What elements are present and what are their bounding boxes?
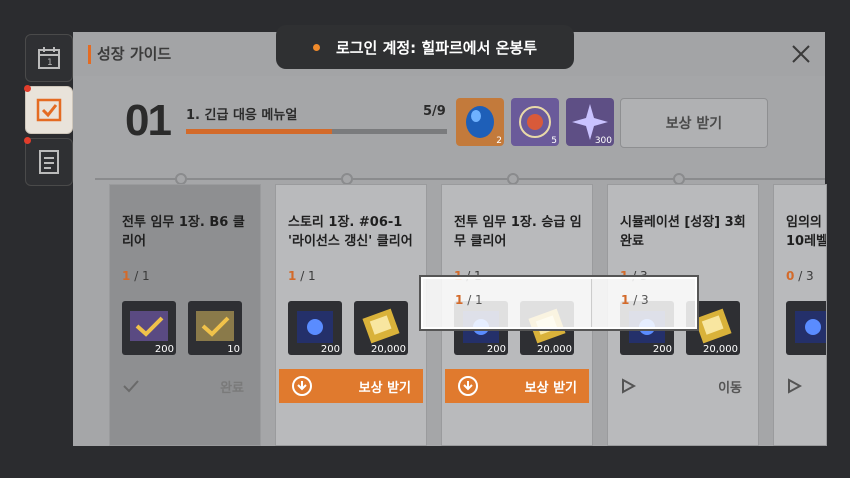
reward-item[interactable]: 10 bbox=[188, 301, 242, 355]
growth-guide-panel: 성장 가이드 01 1. 긴급 대응 메뉴얼 5/9 2 5 300 보상 받기… bbox=[73, 32, 827, 446]
claim-button[interactable]: 보상 받기 bbox=[445, 369, 589, 403]
progress-total: / 3 bbox=[633, 293, 649, 307]
notification-dot bbox=[24, 85, 31, 92]
download-circle-icon bbox=[458, 376, 478, 396]
action-label: 보상 받기 bbox=[358, 380, 411, 396]
stage-number: 01 bbox=[125, 96, 172, 145]
task-count: 5/9 bbox=[423, 104, 446, 119]
reward-count: 300 bbox=[594, 136, 612, 146]
download-circle-icon bbox=[292, 376, 312, 396]
action-label: 완료 bbox=[220, 380, 244, 396]
item-count: 200 bbox=[486, 344, 506, 355]
action-label: 이동 bbox=[718, 380, 742, 396]
page-title: 성장 가이드 bbox=[97, 45, 172, 63]
item-count: 200 bbox=[154, 344, 174, 355]
toast-text: 로그인 계정: 힐파르에서 온봉투 bbox=[335, 38, 538, 57]
item-count: 10 bbox=[227, 344, 240, 355]
blue-book-icon bbox=[795, 311, 826, 343]
tab-notes[interactable] bbox=[24, 137, 73, 186]
calendar-icon: 1 bbox=[38, 47, 60, 69]
go-button[interactable]: 이동 bbox=[608, 369, 754, 403]
item-count: 20,000 bbox=[537, 344, 572, 355]
mission-text: 전투 임무 1장. B6 클리어 bbox=[122, 215, 245, 249]
tab-growth-guide[interactable] bbox=[24, 85, 73, 134]
item-count: 200 bbox=[652, 344, 672, 355]
reward-item[interactable]: 300 bbox=[566, 98, 614, 146]
header-accent-bar bbox=[88, 45, 91, 64]
highlight-progress-left: 1 / 1 bbox=[455, 293, 483, 307]
tutorial-highlight[interactable]: 1 / 1 1 / 3 bbox=[421, 277, 697, 329]
svg-text:1: 1 bbox=[47, 58, 53, 68]
play-icon bbox=[788, 378, 802, 394]
mission-progress: 1 / 1 bbox=[288, 269, 316, 283]
highlight-progress-right: 1 / 3 bbox=[621, 293, 649, 307]
check-icon bbox=[123, 380, 139, 393]
progress-total: / 1 bbox=[300, 269, 316, 283]
progress-current: 1 bbox=[288, 269, 297, 283]
mission-progress: 1 / 1 bbox=[122, 269, 150, 283]
progress-current: 1 bbox=[621, 293, 630, 307]
notes-icon bbox=[39, 150, 59, 174]
stage-progress-fill bbox=[186, 129, 333, 134]
item-count: 20,000 bbox=[371, 344, 406, 355]
progress-current: 1 bbox=[455, 293, 464, 307]
progress-current: 0 bbox=[786, 269, 795, 283]
action-label: 보상 받기 bbox=[524, 380, 577, 396]
play-icon bbox=[622, 378, 636, 394]
reward-item[interactable]: 200 bbox=[122, 301, 176, 355]
notification-dot bbox=[24, 137, 31, 144]
mission-text: 시뮬레이션 [성장] 3회 완료 bbox=[620, 215, 746, 249]
reward-item[interactable]: 5 bbox=[511, 98, 559, 146]
tab-calendar[interactable]: 1 bbox=[25, 34, 73, 82]
mission-progress: 0 / 3 bbox=[786, 269, 814, 283]
reward-item[interactable]: 2 bbox=[786, 301, 826, 355]
mission-card[interactable]: 임의의 10레벨 0 / 3 2 bbox=[773, 184, 827, 446]
checkbox-icon bbox=[36, 98, 62, 122]
progress-total: / 3 bbox=[798, 269, 814, 283]
complete-button[interactable]: 완료 bbox=[110, 369, 256, 403]
mission-text: 임의의 10레벨 bbox=[786, 215, 827, 249]
progress-current: 1 bbox=[122, 269, 131, 283]
login-toast: 로그인 계정: 힐파르에서 온봉투 bbox=[276, 25, 574, 69]
progress-rail bbox=[95, 178, 825, 180]
mission-text: 스토리 1장. #06-1 '라이선스 갱신' 클리어 bbox=[288, 215, 413, 249]
stage-progress-bar bbox=[186, 129, 447, 134]
claim-reward-button[interactable]: 보상 받기 bbox=[620, 98, 768, 148]
highlight-divider bbox=[591, 279, 592, 327]
mission-text: 전투 임무 1장. 승급 임무 클리어 bbox=[454, 215, 582, 249]
reward-count: 5 bbox=[551, 136, 557, 146]
task-title: 1. 긴급 대응 메뉴얼 bbox=[186, 108, 298, 123]
mission-card[interactable]: 전투 임무 1장. B6 클리어 1 / 1 200 10 완료 bbox=[109, 184, 261, 446]
close-button[interactable] bbox=[791, 44, 811, 64]
mission-card[interactable]: 스토리 1장. #06-1 '라이선스 갱신' 클리어 1 / 1 200 20… bbox=[275, 184, 427, 446]
progress-total: / 1 bbox=[134, 269, 150, 283]
toast-dot bbox=[312, 43, 320, 51]
reward-item[interactable]: 200 bbox=[288, 301, 342, 355]
reward-item[interactable]: 2 bbox=[456, 98, 504, 146]
reward-count: 2 bbox=[496, 136, 502, 146]
reward-item[interactable]: 20,000 bbox=[354, 301, 408, 355]
progress-total: / 1 bbox=[467, 293, 483, 307]
item-count: 20,000 bbox=[703, 344, 738, 355]
go-button[interactable] bbox=[774, 369, 826, 403]
claim-button[interactable]: 보상 받기 bbox=[279, 369, 423, 403]
stage-section: 01 1. 긴급 대응 메뉴얼 5/9 2 5 300 보상 받기 전투 임무 … bbox=[73, 76, 827, 446]
close-icon bbox=[792, 45, 810, 63]
item-count: 200 bbox=[320, 344, 340, 355]
